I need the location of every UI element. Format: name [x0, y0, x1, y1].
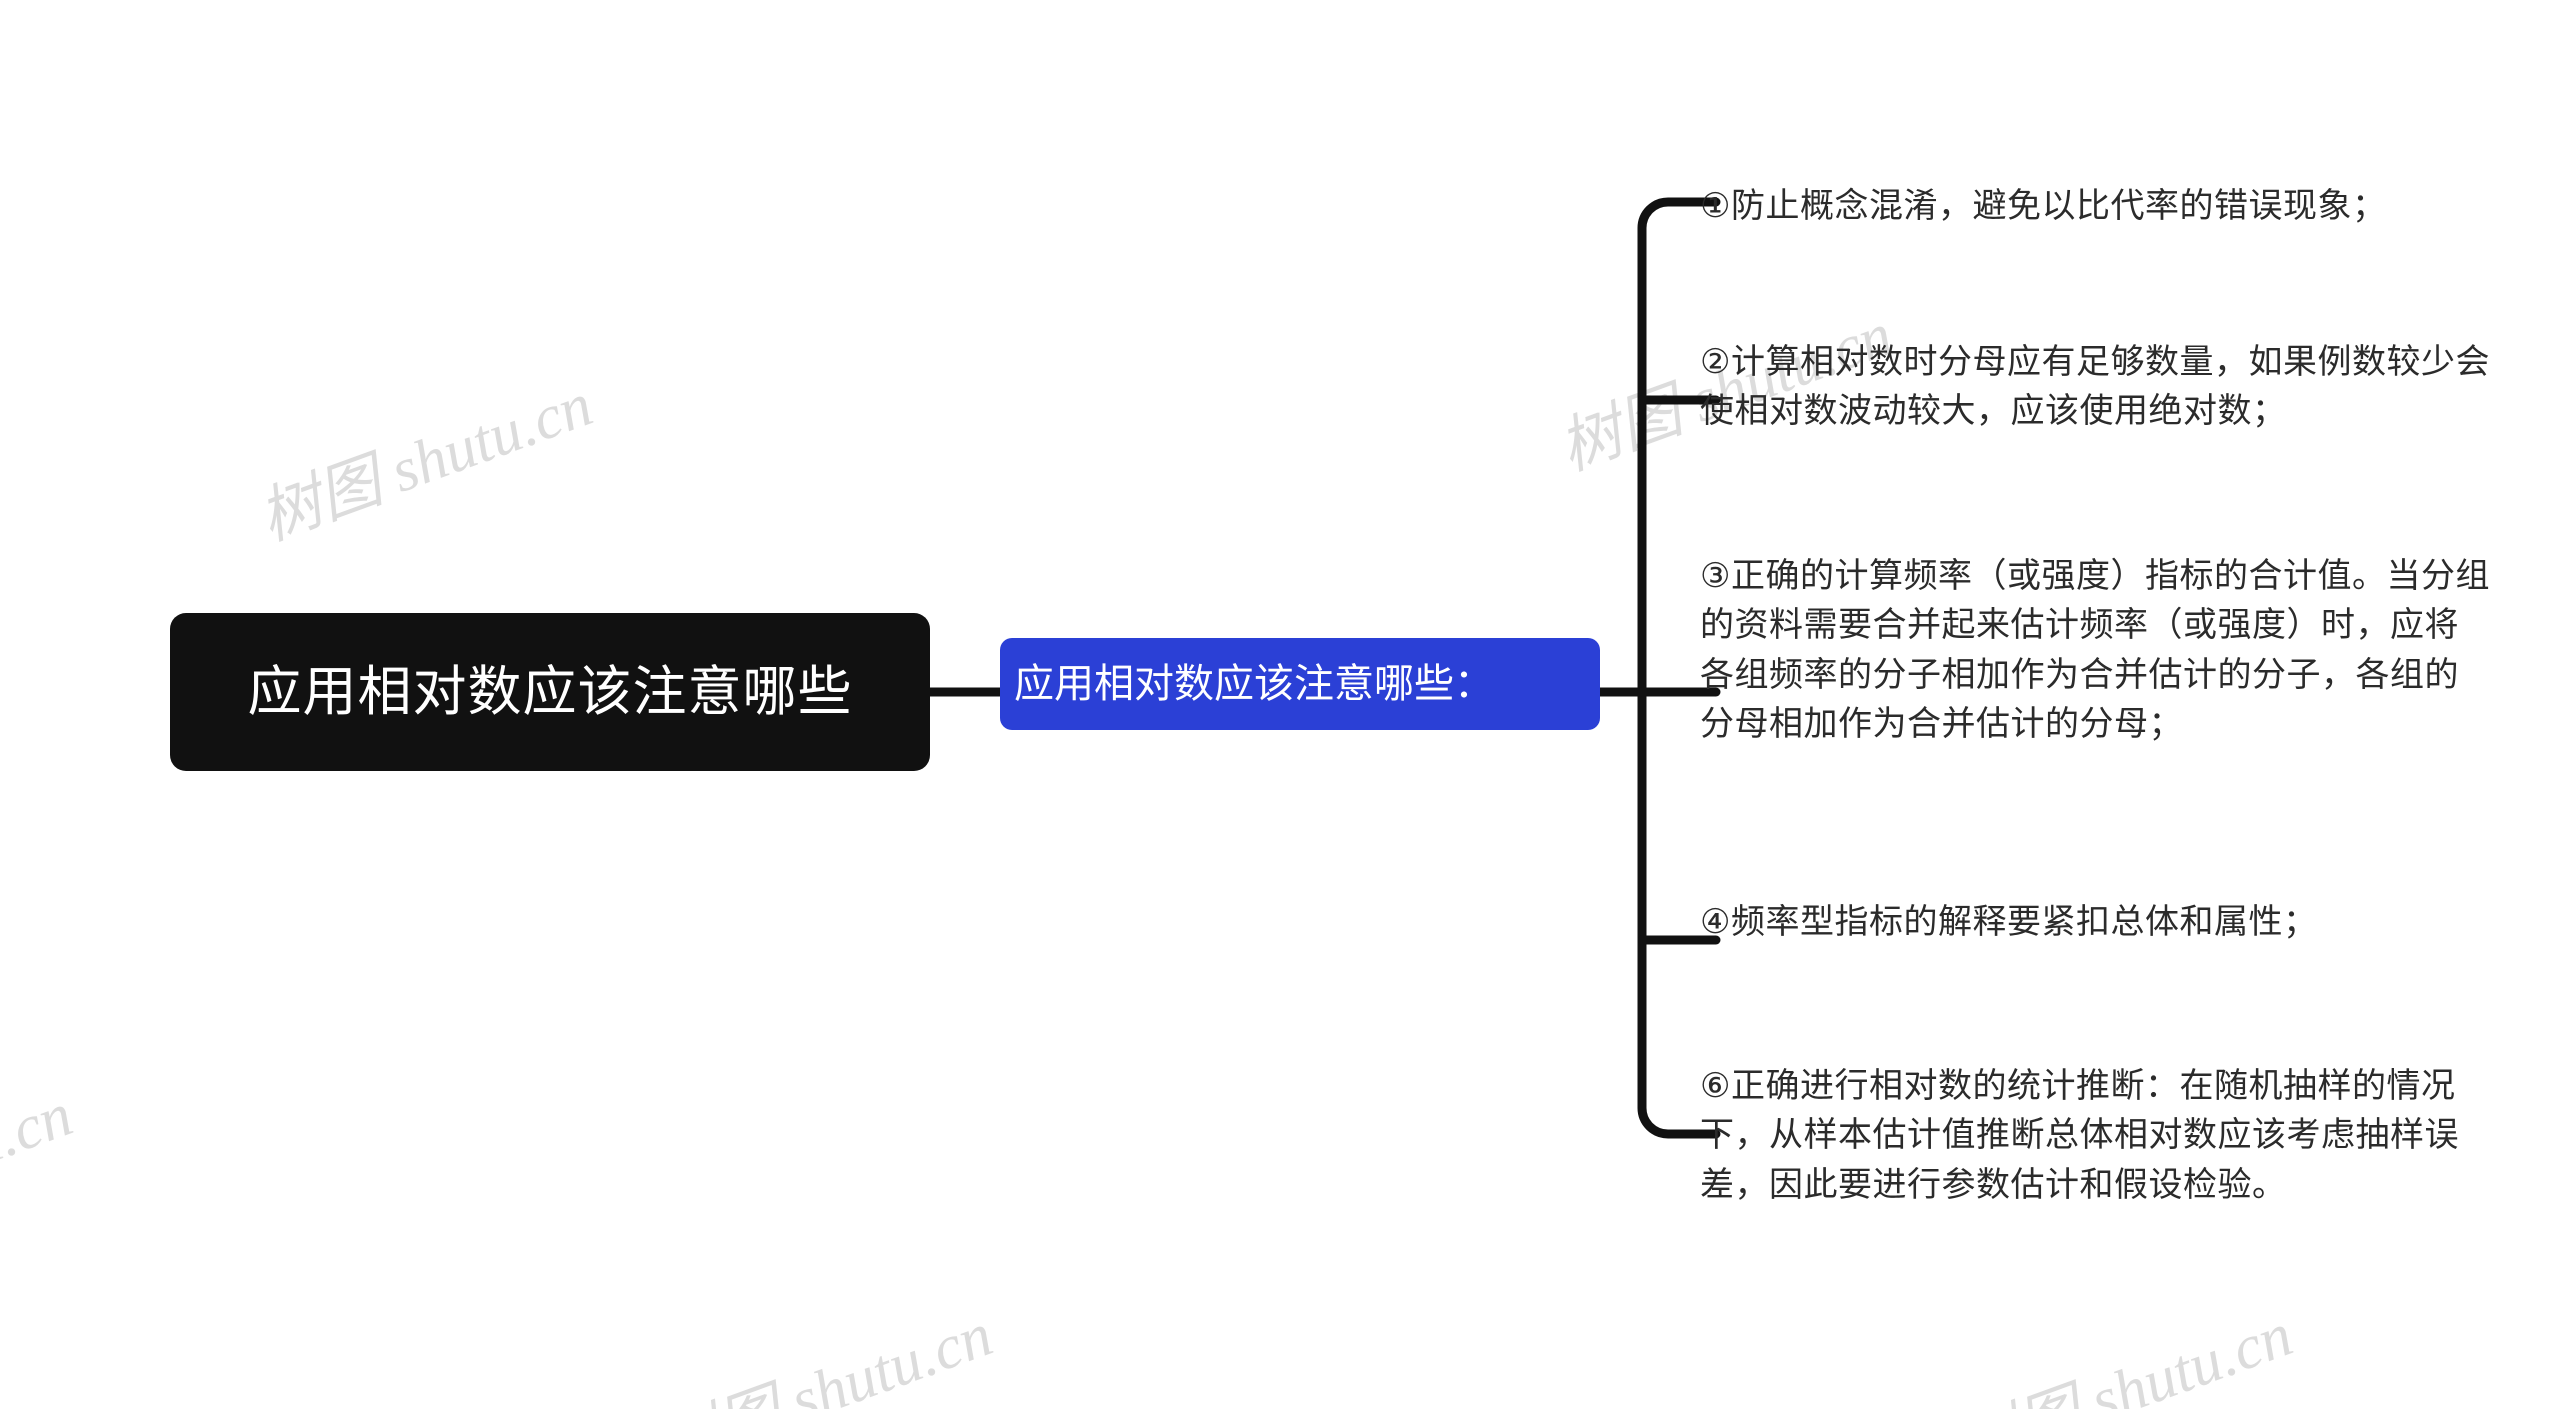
branch-item-1[interactable]: ①防止概念混淆，避免以比代率的错误现象； [1700, 182, 2500, 231]
mindmap-diagram: 应用相对数应该注意哪些 应用相对数应该注意哪些： ①防止概念混淆，避免以比代率的… [0, 0, 2560, 1409]
mindmap-canvas: 树图 shutu.cn 树图 shutu.cn 树图 shutu.cn 树图 s… [0, 0, 2560, 1409]
branch-item-4[interactable]: ④频率型指标的解释要紧扣总体和属性； [1700, 898, 2500, 947]
root-node-label: 应用相对数应该注意哪些 [247, 661, 853, 722]
topic-node-label: 应用相对数应该注意哪些： [1014, 662, 1494, 706]
branch-item-5[interactable]: ⑥正确进行相对数的统计推断：在随机抽样的情况下，从样本估计值推断总体相对数应该考… [1700, 1062, 2490, 1210]
branch-item-3[interactable]: ③正确的计算频率（或强度）指标的合计值。当分组的资料需要合并起来估计频率（或强度… [1700, 552, 2490, 749]
branch-item-2[interactable]: ②计算相对数时分母应有足够数量，如果例数较少会使相对数波动较大，应该使用绝对数； [1700, 338, 2490, 437]
root-node[interactable]: 应用相对数应该注意哪些 [170, 613, 930, 771]
topic-node[interactable]: 应用相对数应该注意哪些： [1000, 638, 1600, 730]
